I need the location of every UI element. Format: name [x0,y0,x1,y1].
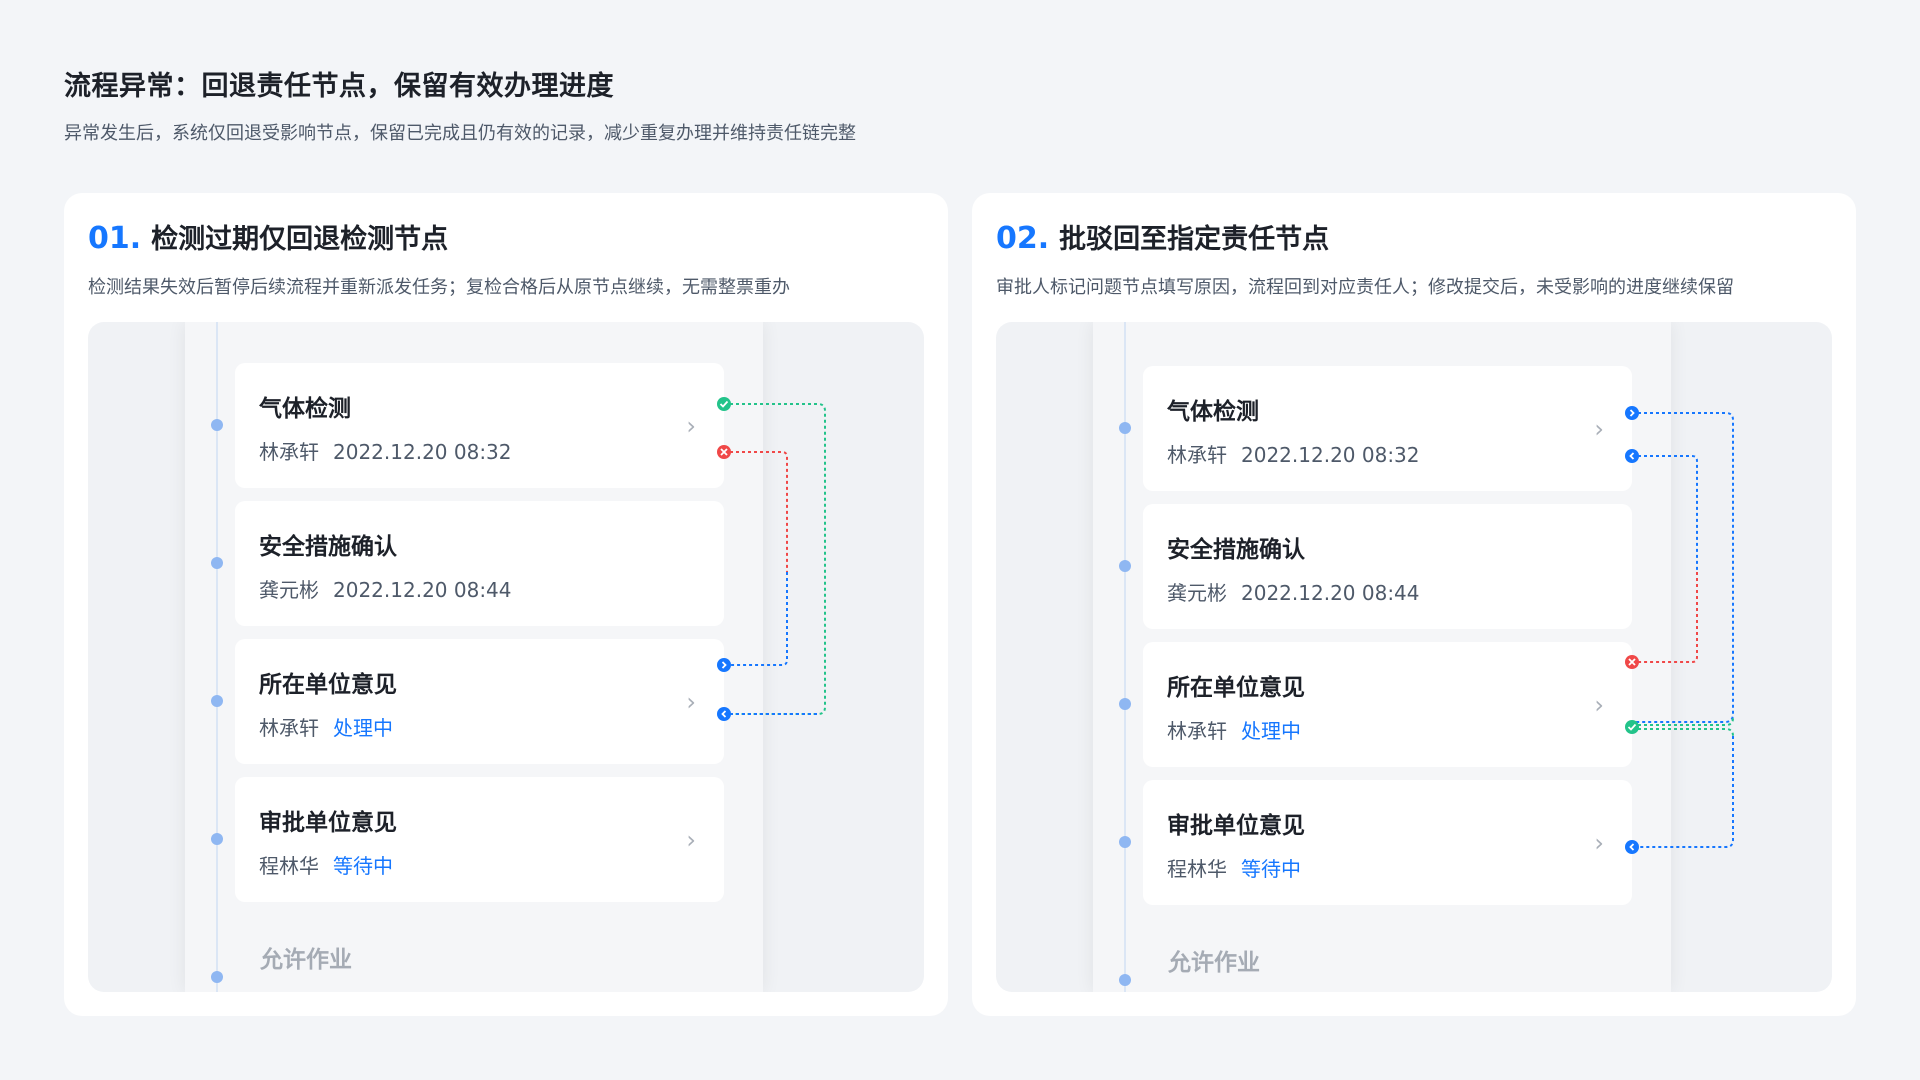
arrow-right-circle-icon [1625,406,1639,420]
panel-header: 01. 检测过期仅回退检测节点 [88,217,448,256]
panel-title: 检测过期仅回退检测节点 [151,224,449,255]
reject-connectors [1625,406,1734,854]
connector-success-lower [1632,728,1734,737]
panel-description: 审批人标记问题节点填写原因，流程回到对应责任人；修改提交后，未受影响的进度继续保… [996,277,1734,298]
page-subtitle: 异常发生后，系统仅回退受影响节点，保留已完成且仍有效的记录，减少重复办理并维持责… [64,123,856,144]
connector-error [724,451,788,572]
arrow-left-circle-icon [717,707,731,721]
connector-blue-lower [1632,736,1734,848]
connector-success-upper [1632,717,1734,726]
rollback-connectors [717,397,826,721]
panel-title: 批驳回至指定责任节点 [1059,224,1330,255]
check-circle-icon [1625,720,1639,734]
panel-number: 01. [88,221,142,256]
flow-demo: 气体检测 林承轩 2022.12.20 08:32 › 安全措施确认 龚元彬 202… [996,322,1832,992]
connector-rollback [724,572,788,666]
panel-detection-expired: 01. 检测过期仅回退检测节点 检测结果失效后暂停后续流程并重新派发任务；复检合… [64,193,948,1016]
error-circle-icon [1625,655,1639,669]
panel-number: 02. [996,221,1050,256]
flow-demo: 气体检测 林承轩 2022.12.20 08:32 › 安全措施确认 龚元彬 202… [88,322,924,992]
error-circle-icon [717,445,731,459]
arrow-right-circle-icon [717,658,731,672]
arrow-left-circle-icon [1625,449,1639,463]
connector-error [1632,572,1698,663]
panel-description: 检测结果失效后暂停后续流程并重新派发任务；复检合格后从原节点继续，无需整票重办 [88,277,790,298]
connector-blue-outer [1632,412,1734,723]
page-title: 流程异常：回退责任节点，保留有效办理进度 [64,71,614,102]
panel-header: 02. 批驳回至指定责任节点 [996,217,1329,256]
panel-reject-return: 02. 批驳回至指定责任节点 审批人标记问题节点填写原因，流程回到对应责任人；修… [972,193,1856,1016]
connector-success [724,403,826,715]
arrow-left-circle-icon [1625,840,1639,854]
connector-blue-inner [1632,455,1698,572]
check-circle-icon [717,397,731,411]
